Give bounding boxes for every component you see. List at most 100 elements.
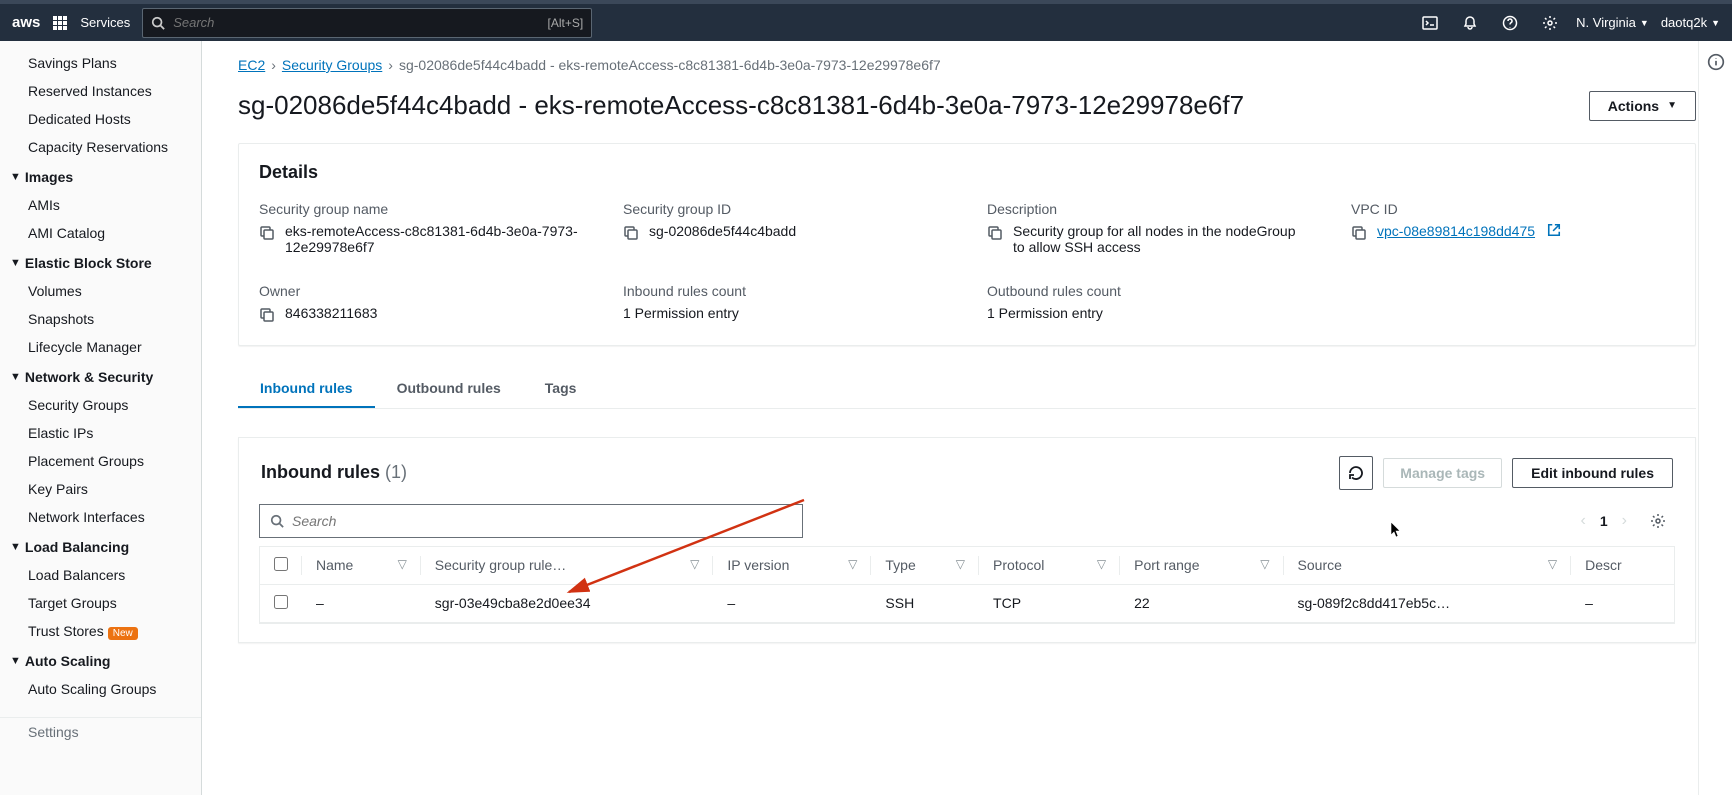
col-source[interactable]: Source▽	[1284, 547, 1572, 585]
sidebar-group-auto-scaling[interactable]: ▼Auto Scaling	[0, 645, 201, 675]
current-page: 1	[1600, 513, 1608, 529]
refresh-button[interactable]	[1339, 456, 1373, 490]
inbound-rules-table-wrap: Name▽ Security group rule…▽ IP version▽ …	[259, 546, 1675, 624]
table-settings-button[interactable]	[1641, 504, 1675, 538]
col-type[interactable]: Type▽	[871, 547, 979, 585]
sidebar-item-lifecycle-manager[interactable]: Lifecycle Manager	[0, 333, 201, 361]
sidebar-item-elastic-ips[interactable]: Elastic IPs	[0, 419, 201, 447]
tab-inbound-rules[interactable]: Inbound rules	[238, 370, 375, 408]
copy-icon[interactable]	[259, 225, 275, 241]
sidebar-item-savings-plans[interactable]: Savings Plans	[0, 49, 201, 77]
sidebar-item-asg[interactable]: Auto Scaling Groups	[0, 675, 201, 703]
sidebar-item-placement-groups[interactable]: Placement Groups	[0, 447, 201, 475]
region-selector[interactable]: N. Virginia▼	[1576, 15, 1649, 30]
services-grid-icon[interactable]	[52, 15, 68, 31]
col-name[interactable]: Name▽	[302, 547, 421, 585]
edit-inbound-rules-button[interactable]: Edit inbound rules	[1512, 458, 1673, 488]
desc-value: Security group for all nodes in the node…	[1013, 223, 1311, 255]
rules-search[interactable]	[259, 504, 803, 538]
sidebar-item-trust-stores[interactable]: Trust StoresNew	[0, 617, 201, 645]
search-icon	[151, 16, 165, 30]
search-icon	[270, 514, 284, 528]
tab-outbound-rules[interactable]: Outbound rules	[375, 370, 523, 408]
notifications-icon[interactable]	[1456, 9, 1484, 37]
col-ipv[interactable]: IP version▽	[713, 547, 871, 585]
copy-icon[interactable]	[259, 307, 275, 323]
settings-icon[interactable]	[1536, 9, 1564, 37]
rules-search-input[interactable]	[292, 513, 792, 529]
chevron-right-icon: ›	[271, 57, 276, 73]
sidebar-group-images[interactable]: ▼Images	[0, 161, 201, 191]
prev-page-button: ‹	[1581, 512, 1586, 530]
main-content: EC2 › Security Groups › sg-02086de5f44c4…	[202, 41, 1732, 795]
sidebar-item-network-interfaces[interactable]: Network Interfaces	[0, 503, 201, 531]
actions-button[interactable]: Actions▼	[1589, 91, 1696, 121]
sidebar-item-reserved-instances[interactable]: Reserved Instances	[0, 77, 201, 105]
rules-tabs: Inbound rules Outbound rules Tags	[238, 370, 1696, 409]
right-gutter	[1698, 41, 1732, 795]
table-row[interactable]: – sgr-03e49cba8e2d0ee34 – SSH TCP 22 sg-…	[260, 584, 1674, 622]
cell-type: SSH	[871, 584, 979, 622]
sg-id-value: sg-02086de5f44c4badd	[649, 223, 796, 239]
sidebar-item-load-balancers[interactable]: Load Balancers	[0, 561, 201, 589]
copy-icon[interactable]	[987, 225, 1003, 241]
col-sgr[interactable]: Security group rule…▽	[421, 547, 714, 585]
sidebar-item-key-pairs[interactable]: Key Pairs	[0, 475, 201, 503]
copy-icon[interactable]	[1351, 225, 1367, 241]
sidebar-item-settings[interactable]: Settings	[0, 718, 201, 746]
next-page-button: ›	[1622, 512, 1627, 530]
services-menu[interactable]: Services	[80, 15, 130, 30]
sidebar-item-ami-catalog[interactable]: AMI Catalog	[0, 219, 201, 247]
sidebar-item-security-groups[interactable]: Security Groups	[0, 391, 201, 419]
sidebar-item-amis[interactable]: AMIs	[0, 191, 201, 219]
sidebar-group-ebs[interactable]: ▼Elastic Block Store	[0, 247, 201, 277]
top-nav-bar: aws Services [Alt+S] N. Virginia▼ daotq2…	[0, 0, 1732, 41]
breadcrumb-ec2[interactable]: EC2	[238, 57, 265, 73]
cell-name: –	[302, 584, 421, 622]
sg-name-value: eks-remoteAccess-c8c81381-6d4b-3e0a-7973…	[285, 223, 583, 255]
inbound-rules-panel: Inbound rules (1) Manage tags Edit inbou…	[238, 437, 1696, 643]
breadcrumb-security-groups[interactable]: Security Groups	[282, 57, 382, 73]
search-shortcut-hint: [Alt+S]	[548, 16, 584, 30]
sg-id-label: Security group ID	[623, 201, 947, 217]
copy-icon[interactable]	[623, 225, 639, 241]
ec2-sidebar: Savings Plans Reserved Instances Dedicat…	[0, 41, 202, 795]
sidebar-group-load-balancing[interactable]: ▼Load Balancing	[0, 531, 201, 561]
global-search[interactable]: [Alt+S]	[142, 8, 592, 38]
inbound-rules-table: Name▽ Security group rule…▽ IP version▽ …	[260, 547, 1674, 623]
info-panel-toggle-icon[interactable]	[1699, 53, 1732, 71]
col-desc[interactable]: Descr	[1571, 547, 1674, 585]
sidebar-item-target-groups[interactable]: Target Groups	[0, 589, 201, 617]
cloudshell-icon[interactable]	[1416, 9, 1444, 37]
desc-label: Description	[987, 201, 1311, 217]
global-search-input[interactable]	[173, 15, 539, 30]
tab-tags[interactable]: Tags	[523, 370, 599, 408]
cell-desc: –	[1571, 584, 1674, 622]
sg-name-label: Security group name	[259, 201, 583, 217]
sidebar-item-dedicated-hosts[interactable]: Dedicated Hosts	[0, 105, 201, 133]
col-proto[interactable]: Protocol▽	[979, 547, 1120, 585]
page-title: sg-02086de5f44c4badd - eks-remoteAccess-…	[238, 89, 1244, 123]
external-link-icon	[1547, 223, 1561, 237]
sidebar-item-capacity-reservations[interactable]: Capacity Reservations	[0, 133, 201, 161]
sidebar-item-volumes[interactable]: Volumes	[0, 277, 201, 305]
vpc-link[interactable]: vpc-08e89814c198dd475	[1377, 223, 1535, 239]
chevron-right-icon: ›	[388, 57, 393, 73]
cell-source: sg-089f2c8dd417eb5c…	[1284, 584, 1572, 622]
col-port[interactable]: Port range▽	[1120, 547, 1283, 585]
pagination: ‹ 1 ›	[1581, 504, 1675, 538]
new-badge: New	[108, 627, 138, 640]
select-all-checkbox[interactable]	[274, 557, 288, 571]
inbound-count-label: Inbound rules count	[623, 283, 947, 299]
aws-logo[interactable]: aws	[12, 14, 40, 31]
cursor-icon	[1390, 521, 1404, 539]
sidebar-group-network-security[interactable]: ▼Network & Security	[0, 361, 201, 391]
account-menu[interactable]: daotq2k▼	[1661, 15, 1720, 30]
owner-value: 846338211683	[285, 305, 377, 321]
help-icon[interactable]	[1496, 9, 1524, 37]
cell-proto: TCP	[979, 584, 1120, 622]
owner-label: Owner	[259, 283, 583, 299]
sidebar-item-snapshots[interactable]: Snapshots	[0, 305, 201, 333]
cell-ipv: –	[713, 584, 871, 622]
row-checkbox[interactable]	[274, 595, 288, 609]
